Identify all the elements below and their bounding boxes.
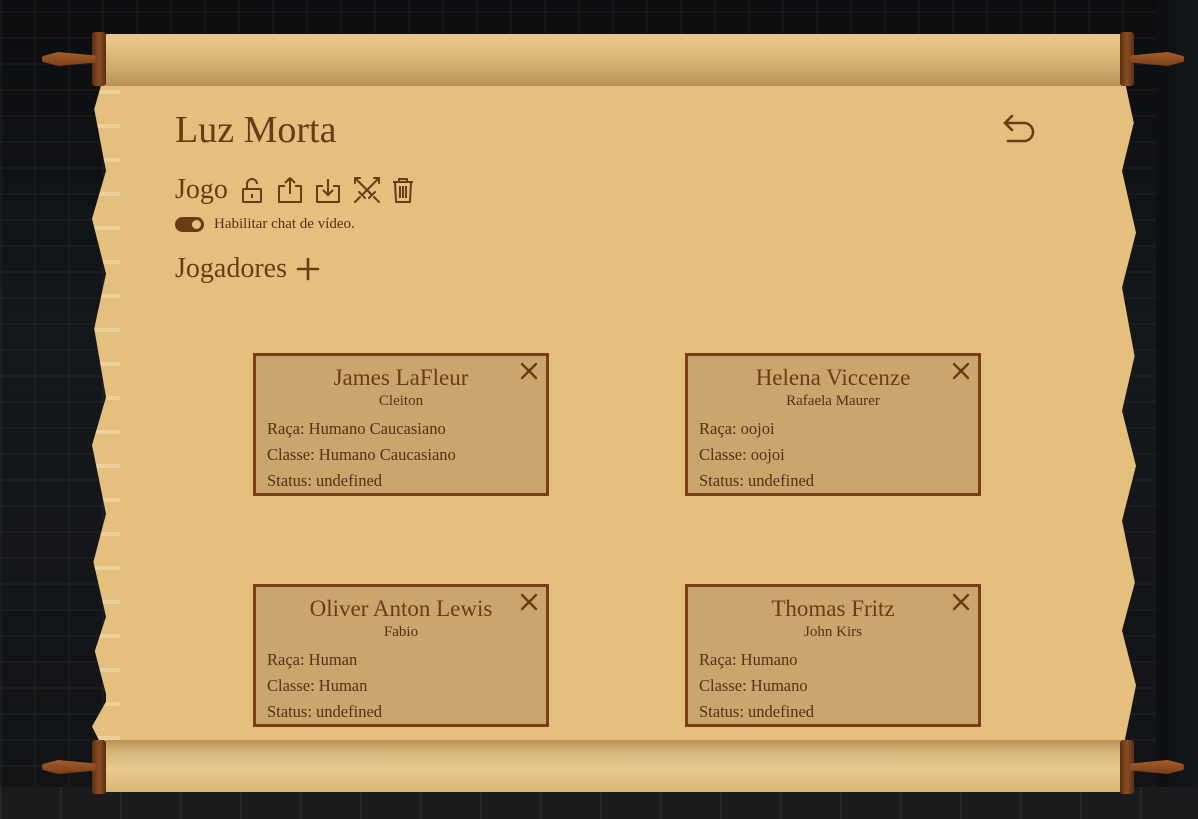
close-icon — [952, 362, 970, 380]
remove-player-button[interactable] — [518, 360, 540, 382]
character-class: Classe: Human — [267, 676, 368, 695]
player-name: Cleiton — [378, 393, 424, 409]
character-class: Classe: Humano — [699, 676, 808, 695]
character-name: Helena Viccenze — [755, 365, 911, 390]
game-section-label: Jogo — [175, 174, 228, 205]
player-name: Rafaela Maurer — [786, 393, 880, 409]
character-status: Status: undefined — [699, 702, 815, 721]
crossed-swords-icon[interactable] — [352, 175, 380, 205]
video-chat-label: Habilitar chat de vídeo. — [214, 216, 355, 232]
character-name: James LaFleur — [333, 365, 469, 390]
scroll-rod-top — [104, 34, 1124, 86]
remove-player-button[interactable] — [950, 360, 972, 382]
character-race: Raça: oojoi — [699, 419, 775, 438]
character-status: Status: undefined — [267, 702, 383, 721]
character-name: Oliver Anton Lewis — [309, 596, 493, 621]
close-icon — [520, 362, 538, 380]
close-icon — [952, 593, 970, 611]
character-class: Classe: oojoi — [699, 445, 785, 464]
add-player-button[interactable] — [295, 256, 321, 282]
import-icon[interactable] — [314, 175, 342, 205]
character-race: Raça: Humano — [699, 650, 798, 669]
character-race: Raça: Humano Caucasiano — [267, 419, 446, 438]
export-icon[interactable] — [276, 175, 304, 205]
players-section-label: Jogadores — [175, 253, 287, 284]
player-card[interactable]: Helena Viccenze Rafaela Maurer Raça: ooj… — [685, 353, 981, 496]
scroll-knob-top-left — [40, 32, 106, 86]
background-edge — [1156, 0, 1198, 819]
video-chat-setting: Habilitar chat de vídeo. — [175, 216, 355, 233]
character-status: Status: undefined — [267, 471, 383, 490]
campaign-title: Luz Morta — [175, 109, 337, 151]
player-card[interactable]: Oliver Anton Lewis Fabio Raça: Human Cla… — [253, 584, 549, 727]
character-status: Status: undefined — [699, 471, 815, 490]
scroll-knob-bottom-right — [1120, 740, 1186, 794]
character-class: Classe: Humano Caucasiano — [267, 445, 456, 464]
remove-player-button[interactable] — [950, 591, 972, 613]
video-chat-toggle[interactable] — [175, 217, 204, 232]
player-name: John Kirs — [804, 624, 862, 640]
player-name: Fabio — [383, 624, 419, 640]
player-card[interactable]: Thomas Fritz John Kirs Raça: Humano Clas… — [685, 584, 981, 727]
undo-arrow-icon — [1003, 114, 1035, 143]
trash-icon[interactable] — [390, 175, 418, 205]
character-race: Raça: Human — [267, 650, 358, 669]
remove-player-button[interactable] — [518, 591, 540, 613]
back-button[interactable] — [1000, 110, 1040, 150]
player-card[interactable]: James LaFleur Cleiton Raça: Humano Cauca… — [253, 353, 549, 496]
scroll-rod-bottom — [104, 740, 1124, 792]
scroll-knob-bottom-left — [40, 740, 106, 794]
character-name: Thomas Fritz — [771, 596, 895, 621]
close-icon — [520, 593, 538, 611]
plus-icon — [296, 257, 320, 281]
unlock-icon[interactable] — [238, 175, 266, 205]
scroll-knob-top-right — [1120, 32, 1186, 86]
players-section-header: Jogadores — [175, 253, 321, 285]
game-section-header: Jogo — [175, 174, 418, 206]
